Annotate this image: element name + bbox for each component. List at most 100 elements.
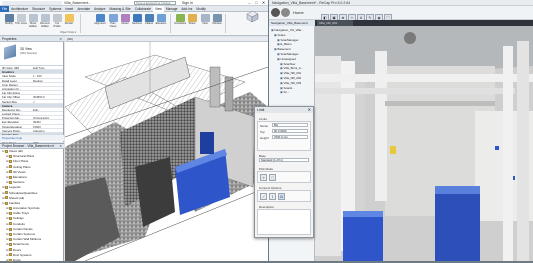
scan-tree-label: ScanNav (283, 61, 296, 66)
tree-item-label: Ducts (13, 257, 21, 262)
properties-palette: Properties ✕ 3D View {3D} Scan(s) 3D View… (0, 37, 64, 150)
scan-tree-label: Sc... (283, 90, 290, 95)
ribbon-button-schedules[interactable]: Schedules (174, 14, 186, 32)
ribbon-button-view[interactable]: View (200, 14, 211, 32)
ribbon-button-show-hidden[interactable]: Show Hidden (28, 14, 39, 32)
type-selector[interactable]: 3D View {3D} Scan(s) (0, 42, 63, 66)
browser-title: Project Browser - Villa_Basement.rvt (2, 144, 54, 148)
ribbon-button-render[interactable]: Render (64, 14, 75, 32)
ribbon-button-label: Callout (144, 22, 154, 25)
tree-item-label: Structural Plans (13, 154, 35, 159)
tree-item-label: Sheets (all) (9, 195, 25, 200)
tree-item-label: Detail Items (13, 242, 29, 247)
scan-tree-label: E_Basm (280, 42, 292, 47)
revit-window: Villa_Basement... Type a keyword or phra… (0, 0, 268, 263)
view-icon (201, 14, 210, 22)
folder-icon (5, 191, 8, 195)
folder-icon (9, 232, 12, 236)
ribbon-panel-label[interactable]: Object Tools ▾ (60, 31, 76, 34)
ribbon-button-thin-lines[interactable]: Thin Lines (15, 14, 27, 32)
ribbon-button-label: View (202, 22, 208, 25)
ribbon-separator (170, 14, 171, 33)
folder-icon (9, 217, 12, 221)
window-icon (213, 14, 222, 22)
remove-hidden-icon (41, 14, 50, 22)
folder-icon (9, 222, 12, 226)
ribbon-button-remove-hidden[interactable]: Remove Hidden (40, 14, 51, 32)
ribbon-button-model[interactable]: Model (120, 14, 131, 32)
undo-icon[interactable] (281, 8, 290, 17)
limit-dialog: Limit ✕ Limits Name BG Top 0ft 0.0000 He… (254, 106, 314, 238)
ribbon-button-window[interactable]: Window (212, 14, 223, 32)
ribbon-button-label: Show Hidden (28, 22, 38, 28)
view-tab[interactable]: {3D} (67, 37, 73, 41)
scan-tree-label: Basement (277, 47, 291, 52)
name-field[interactable]: BG (272, 123, 308, 127)
ribbon-button-label: Elevation (155, 22, 167, 25)
show-hidden-icon (29, 14, 38, 22)
render-icon (65, 14, 74, 22)
tree-item-label: Curtain Systems (13, 232, 36, 236)
ribbon-button-elevation[interactable]: Elevation (156, 14, 167, 32)
panorama-scan-image (315, 26, 533, 261)
ribbon-button-cut-profile[interactable]: Cut Profile (52, 14, 63, 32)
schedules-icon (176, 14, 185, 22)
folder-icon (9, 258, 12, 262)
folder-icon (9, 180, 12, 184)
tree-item-label: Ceiling Plans (13, 164, 31, 169)
dialog-title: Limit (255, 107, 313, 113)
search-input[interactable]: Type a keyword or phrase (134, 1, 176, 5)
scan-tree-label: Villa_Bsmt_A... (283, 66, 304, 71)
base-select[interactable]: Standard (1.27m) (259, 158, 309, 162)
connect-snap-icon[interactable]: ⊡ (278, 193, 285, 200)
pick-mode-section: ⊹ ⬚ (257, 171, 311, 183)
close-icon[interactable]: ✕ (308, 107, 311, 112)
home-button[interactable]: Home (293, 10, 304, 15)
plan-views-icon (109, 14, 118, 22)
revit-3d-viewport[interactable] (65, 37, 268, 261)
ribbon-button-label: Plan Views (109, 22, 117, 28)
browser-tree: ⊟ Views (all) ⊞ Structural Plans ⊞ Floor Plan… (0, 149, 63, 263)
viewcube-icon[interactable] (244, 10, 260, 23)
browser-tree-item[interactable]: ⊞ Ducts (0, 258, 63, 263)
tree-item-label: Cable Trays (13, 211, 30, 216)
view-tab-bar: {3D} (65, 37, 268, 42)
tree-item-label: Doors (13, 247, 22, 252)
height-field[interactable]: 7000.0 mm (272, 135, 308, 139)
pick-plane-icon[interactable]: ⬚ (269, 174, 276, 181)
ribbon-button-modify[interactable]: Modify (4, 14, 15, 32)
quick-access-toolbar[interactable] (2, 1, 62, 5)
tree-item-label: 3D Views (13, 169, 26, 174)
home-icon[interactable] (271, 8, 280, 17)
ribbon-button-callout[interactable]: Callout (144, 14, 155, 32)
scan-tree-label: Villa_NR_003 (283, 80, 302, 85)
ribbon-button-alignment[interactable]: Alignment (94, 14, 106, 32)
connect-chain-icon[interactable]: ⌇ (269, 193, 276, 200)
folder-icon (5, 196, 8, 200)
height-label: Height (260, 136, 269, 140)
elevation-icon (157, 14, 166, 22)
sections-icon (133, 14, 142, 22)
ribbon-button-sheet[interactable]: Sheet (187, 14, 198, 32)
sheet-icon (188, 14, 197, 22)
scan-tree-item[interactable]: ▣ Sc... (269, 90, 315, 95)
project-browser: Project Browser - Villa_Basement.rvt ✕ ⊟ V… (0, 143, 64, 263)
ribbon-button-plan-views[interactable]: Plan Views (108, 14, 119, 32)
folder-icon (9, 160, 12, 164)
properties-title: Properties (2, 37, 17, 41)
top-field[interactable]: 0ft 0.0000 (272, 129, 308, 133)
scan-tree-label: Villa_NR_001 (283, 71, 302, 76)
recap-scan-viewport[interactable] (315, 26, 533, 261)
tree-item-label: Legends (9, 185, 21, 190)
description-textarea[interactable] (257, 209, 311, 235)
sign-in-link[interactable]: Sign In (182, 1, 193, 5)
folder-icon (9, 253, 12, 257)
tree-item-label: Floor Plans (13, 159, 29, 164)
scan-tree-label: Villa_NR_002 (283, 76, 302, 80)
pick-point-icon[interactable]: ⊹ (260, 174, 267, 181)
connect-line-icon[interactable]: ⟋ (260, 193, 267, 200)
properties-help-link[interactable]: Properties help (0, 135, 64, 141)
scan-tree-label: Unassigned (280, 56, 296, 61)
ribbon-button-sections[interactable]: Sections (132, 14, 143, 32)
folder-icon (9, 165, 12, 169)
